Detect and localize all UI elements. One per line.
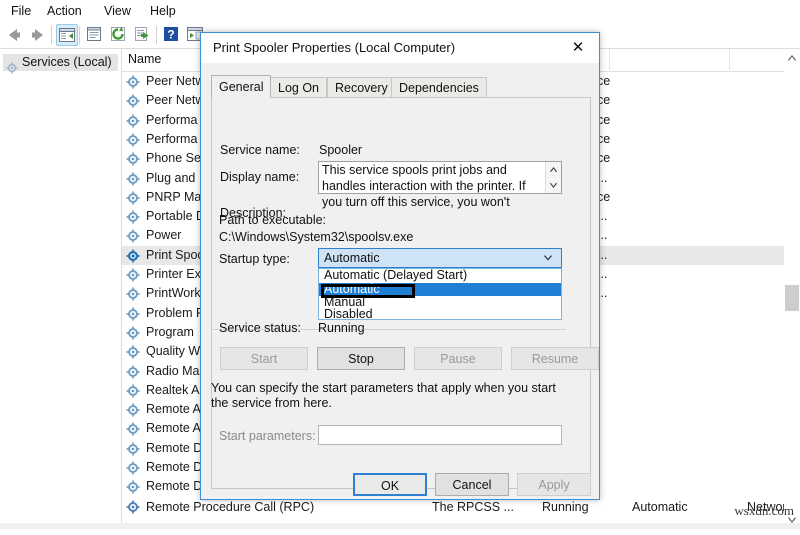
- start-button[interactable]: Start: [220, 347, 308, 370]
- service-gear-icon: [126, 152, 140, 166]
- description-value: This service spools print jobs and handl…: [322, 163, 526, 209]
- tab-general[interactable]: General: [211, 75, 272, 98]
- path-to-executable-label: Path to executable:: [219, 213, 327, 227]
- service-gear-icon: [126, 249, 140, 263]
- service-gear-icon: [126, 500, 140, 514]
- service-gear-icon: [126, 171, 140, 186]
- properties-icon[interactable]: [84, 24, 106, 46]
- service-status-label: Service status:: [219, 321, 301, 335]
- stop-button[interactable]: Stop: [317, 347, 405, 370]
- service-gear-icon: [126, 307, 140, 321]
- menu-view[interactable]: View: [97, 3, 138, 20]
- service-gear-icon: [126, 75, 140, 89]
- service-gear-icon: [126, 480, 140, 494]
- service-gear-icon: [126, 191, 140, 205]
- start-parameters-help-text: You can specify the start parameters tha…: [211, 381, 556, 410]
- apply-button[interactable]: Apply: [517, 473, 591, 496]
- tree-item-label: Services (Local): [22, 55, 112, 69]
- scroll-up-button[interactable]: [784, 49, 800, 66]
- dialog-title: Print Spooler Properties (Local Computer…: [213, 40, 456, 55]
- menu-bar: File Action View Help: [0, 0, 800, 22]
- forward-arrow-icon[interactable]: [27, 24, 49, 46]
- service-gear-icon: [126, 384, 140, 398]
- description-textbox[interactable]: This service spools print jobs and handl…: [318, 161, 562, 209]
- close-icon[interactable]: ✕: [557, 33, 599, 62]
- services-mmc-window: File Action View Help ? Services (Local)…: [0, 0, 800, 529]
- scrollbar-thumb[interactable]: [785, 285, 799, 311]
- service-gear-icon: [126, 364, 140, 379]
- dropdown-option-disabled[interactable]: Disabled: [319, 308, 561, 321]
- service-gear-icon: [126, 210, 140, 224]
- service-gear-icon: [126, 94, 140, 108]
- list-vertical-scrollbar[interactable]: [784, 49, 800, 529]
- service-gear-icon: [126, 461, 140, 475]
- service-gear-icon: [126, 268, 140, 282]
- show-hide-tree-icon[interactable]: [56, 24, 78, 46]
- service-gear-icon: [126, 442, 140, 456]
- tab-log-on[interactable]: Log On: [270, 77, 328, 98]
- back-arrow-icon[interactable]: [3, 24, 25, 46]
- dialog-tabs: General Log On Recovery Dependencies: [211, 75, 591, 98]
- ok-button[interactable]: OK: [353, 473, 427, 496]
- service-gear-icon: [126, 114, 140, 128]
- resume-button[interactable]: Resume: [511, 347, 599, 370]
- print-spooler-properties-dialog: Print Spooler Properties (Local Computer…: [200, 32, 600, 500]
- cancel-button[interactable]: Cancel: [435, 473, 509, 496]
- service-gear-icon: [126, 403, 140, 417]
- column-header-logon[interactable]: [610, 49, 730, 70]
- menu-action[interactable]: Action: [40, 3, 89, 20]
- tab-dependencies[interactable]: Dependencies: [391, 77, 487, 98]
- startup-type-combobox[interactable]: Automatic: [318, 248, 562, 268]
- tree-item-services-local[interactable]: Services (Local): [3, 54, 118, 74]
- startup-type-label: Startup type:: [219, 252, 290, 266]
- start-parameters-label: Start parameters:: [219, 429, 316, 443]
- startup-type-dropdown-list[interactable]: Automatic (Delayed Start) Automatic Manu…: [318, 268, 562, 321]
- chevron-down-icon[interactable]: [546, 178, 561, 193]
- path-to-executable-value: C:\Windows\System32\spoolsv.exe: [219, 230, 414, 244]
- service-gear-icon: [126, 326, 140, 340]
- service-gear-icon: [126, 345, 140, 359]
- dialog-title-bar: Print Spooler Properties (Local Computer…: [201, 33, 599, 63]
- chevron-down-icon[interactable]: [542, 252, 554, 267]
- watermark: wsxdn.com: [734, 503, 794, 518]
- description-scrollbar[interactable]: [545, 162, 561, 193]
- console-tree-pane: Services (Local): [0, 49, 122, 529]
- menu-help[interactable]: Help: [143, 3, 183, 20]
- menu-file[interactable]: File: [4, 3, 38, 20]
- pane-splitter: [0, 523, 800, 529]
- services-gear-icon: [6, 62, 18, 74]
- svg-text:?: ?: [167, 28, 174, 42]
- service-gear-icon: [126, 422, 140, 436]
- start-parameters-input[interactable]: [318, 425, 562, 445]
- service-gear-icon: [126, 287, 140, 301]
- export-list-icon[interactable]: [132, 24, 154, 46]
- service-gear-icon: [126, 229, 140, 243]
- startup-type-value: Automatic: [324, 251, 380, 265]
- help-icon[interactable]: ?: [161, 24, 183, 46]
- cell-startup: Automatic: [632, 500, 688, 514]
- automatic-option-focus-highlight: [321, 284, 415, 298]
- chevron-up-icon[interactable]: [546, 162, 561, 177]
- dropdown-option-automatic-delayed-start[interactable]: Automatic (Delayed Start): [319, 269, 561, 282]
- tab-recovery[interactable]: Recovery: [327, 77, 396, 98]
- service-status-value: Running: [318, 321, 365, 335]
- service-name-value: Spooler: [319, 143, 363, 157]
- pause-button[interactable]: Pause: [414, 347, 502, 370]
- display-name-label: Display name:: [220, 170, 300, 184]
- service-gear-icon: [126, 133, 140, 147]
- service-name-label: Service name:: [220, 143, 300, 157]
- refresh-icon[interactable]: [108, 24, 130, 46]
